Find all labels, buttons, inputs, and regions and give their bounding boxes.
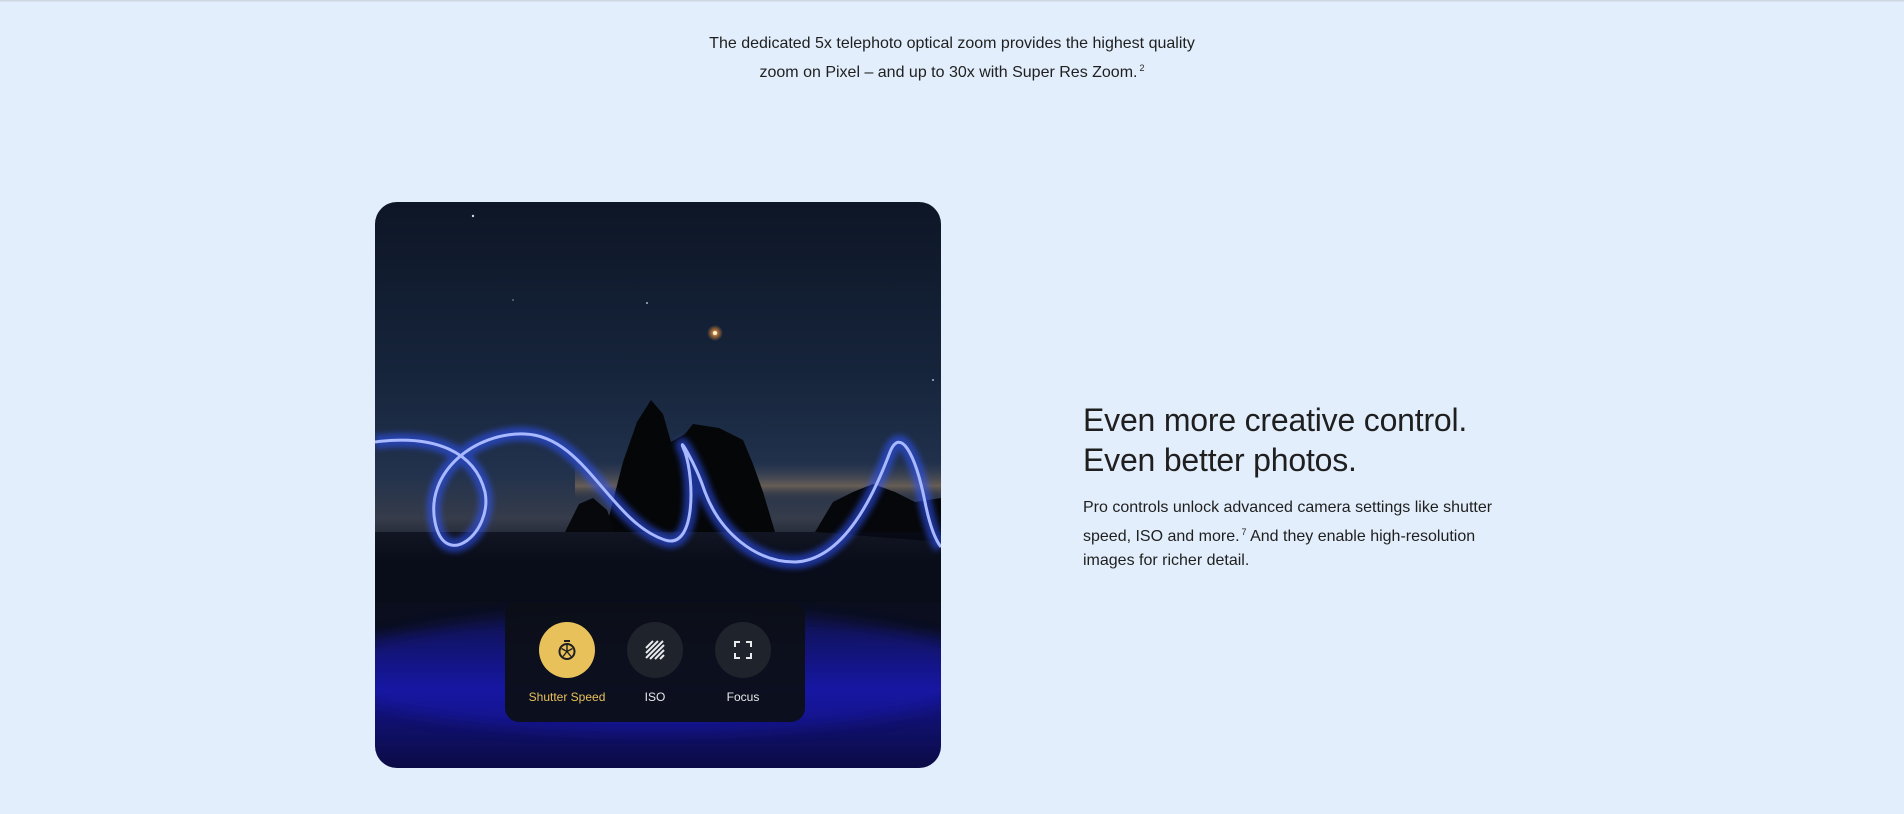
iso-stripes-icon [645, 640, 665, 660]
shutter-speed-label: Shutter Speed [528, 690, 606, 704]
bright-star-core [713, 331, 717, 335]
section-headline: Even more creative control. Even better … [1083, 400, 1563, 480]
headline-line2: Even better photos. [1083, 442, 1357, 478]
stopwatch-icon [558, 640, 576, 660]
shutter-speed-control[interactable]: Shutter Speed [529, 622, 605, 722]
footnote-2[interactable]: 2 [1139, 63, 1144, 73]
headline-line1: Even more creative control. [1083, 402, 1468, 438]
iso-label: ISO [644, 690, 666, 704]
top-divider [0, 0, 1904, 2]
focus-control[interactable]: Focus [709, 622, 777, 722]
pro-controls-panel: Shutter Speed ISO Focus [505, 602, 805, 722]
shutter-speed-button[interactable] [539, 622, 595, 678]
iso-button[interactable] [627, 622, 683, 678]
iso-control[interactable]: ISO [621, 622, 689, 722]
star [646, 302, 648, 304]
star [512, 299, 514, 301]
zoom-caption-line1: The dedicated 5x telephoto optical zoom … [709, 35, 1195, 52]
focus-frame-icon [734, 641, 752, 659]
focus-label: Focus [726, 690, 760, 704]
focus-button[interactable] [715, 622, 771, 678]
night-light-painting-photo: Shutter Speed ISO Focus [375, 202, 941, 768]
section-body: Pro controls unlock advanced camera sett… [1083, 496, 1523, 573]
zoom-caption-line2: zoom on Pixel – and up to 30x with Super… [759, 64, 1138, 81]
zoom-caption: The dedicated 5x telephoto optical zoom … [652, 32, 1252, 85]
star [932, 379, 934, 381]
star [471, 214, 475, 218]
